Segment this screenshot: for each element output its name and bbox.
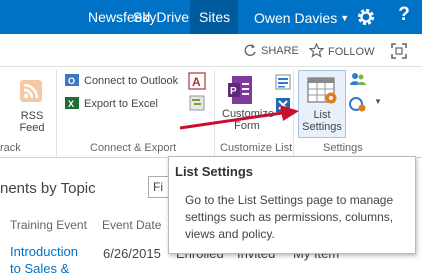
annotation-arrow: [179, 105, 299, 130]
arrow-head: [280, 105, 299, 121]
arrow-shaft: [179, 111, 283, 130]
